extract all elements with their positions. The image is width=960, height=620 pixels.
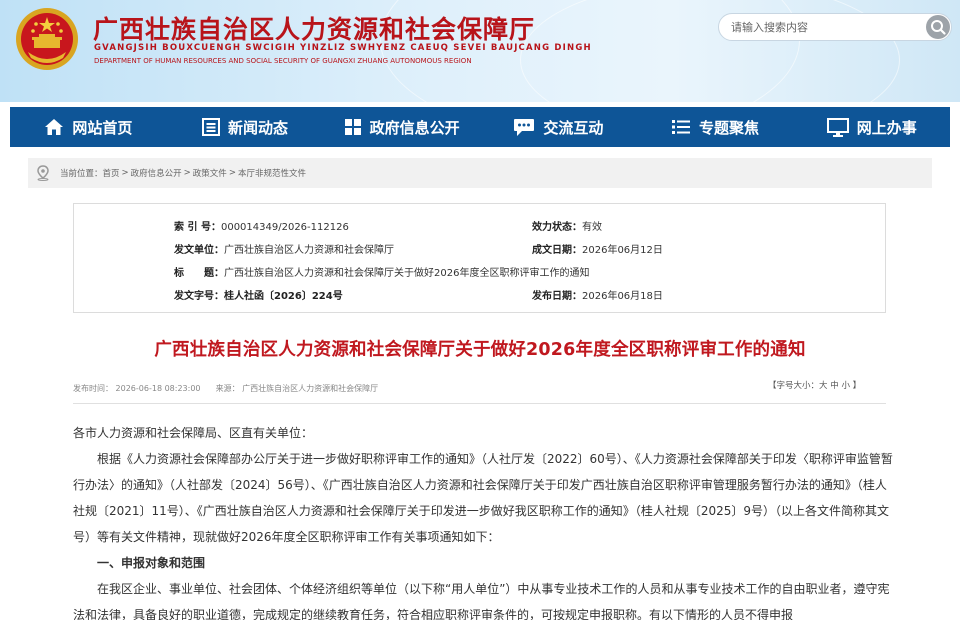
site-title-zhuang: GVANGJSIH BOUXCUENGH SWCIGIH YINZLIZ SWH… xyxy=(94,43,592,53)
meta-title-value: 广西壮族自治区人力资源和社会保障厅关于做好2026年度全区职称评审工作的通知 xyxy=(224,268,590,279)
meta-docno-value: 桂人社函〔2026〕224号 xyxy=(224,291,343,302)
search-icon xyxy=(931,20,946,35)
monitor-icon xyxy=(826,117,849,137)
article-paragraph: 根据《人力资源社会保障部办公厅关于进一步做好职称评审工作的通知》（人社厅发〔20… xyxy=(73,452,893,544)
list-icon xyxy=(672,120,691,134)
article-pub-time: 发布时间： 2026-06-18 08:23:00 xyxy=(73,384,201,393)
breadcrumb-current[interactable]: 本厅非规范性文件 xyxy=(238,167,306,179)
nav-item-label: 专题聚焦 xyxy=(699,118,760,137)
breadcrumb-separator: > xyxy=(183,168,191,178)
meta-title-label: 标 题： xyxy=(174,268,224,279)
meta-validity-value: 有效 xyxy=(582,222,602,233)
nav-item-label: 政府信息公开 xyxy=(369,118,460,137)
news-icon xyxy=(202,118,220,136)
meta-published-row: 发布日期：2026年06月18日 xyxy=(532,287,663,302)
article-section-heading: 一、申报对象和范围 xyxy=(97,556,206,570)
meta-title-row: 标 题：广西壮族自治区人力资源和社会保障厅关于做好2026年度全区职称评审工作的… xyxy=(174,264,589,279)
meta-created-value: 2026年06月12日 xyxy=(582,245,663,256)
font-size-switcher: 【字号大小：大 中 小 】 xyxy=(768,379,861,391)
nav-item-topics[interactable]: 专题聚焦 xyxy=(637,107,794,147)
meta-validity-label: 效力状态： xyxy=(532,222,582,233)
home-icon xyxy=(45,119,64,135)
breadcrumb-separator: > xyxy=(121,168,129,178)
breadcrumb-prefix: 当前位置： xyxy=(60,169,103,179)
nav-item-label: 网站首页 xyxy=(72,118,133,137)
meta-published-value: 2026年06月18日 xyxy=(582,291,663,302)
nav-item-label: 交流互动 xyxy=(543,118,604,137)
main-nav: 网站首页 新闻动态 政府信息公开 交流互动 专题聚焦 网上办事 xyxy=(10,107,950,147)
meta-docno-row: 发文字号：桂人社函〔2026〕224号 xyxy=(174,287,343,302)
location-pin-icon xyxy=(37,165,49,181)
meta-validity-row: 效力状态：有效 xyxy=(532,218,602,233)
article-title: 广西壮族自治区人力资源和社会保障厅关于做好2026年度全区职称评审工作的通知 xyxy=(154,340,806,360)
search-button[interactable] xyxy=(926,15,950,39)
search-box xyxy=(718,13,952,41)
meta-published-label: 发布日期： xyxy=(532,291,582,302)
breadcrumb: 当前位置： 首页 > 政府信息公开 > 政策文件 > 本厅非规范性文件 xyxy=(28,158,932,188)
site-header: 广西壮族自治区人力资源和社会保障厅 GVANGJSIH BOUXCUENGH S… xyxy=(0,0,960,102)
nav-item-news[interactable]: 新闻动态 xyxy=(167,107,324,147)
article-salutation: 各市人力资源和社会保障局、区直有关单位： xyxy=(73,426,314,440)
meta-created-row: 成文日期：2026年06月12日 xyxy=(532,241,663,256)
nav-item-gov-info[interactable]: 政府信息公开 xyxy=(323,107,480,147)
article-publish-info: 发布时间： 2026-06-18 08:23:00 来源： 广西壮族自治区人力资… xyxy=(73,383,378,394)
breadcrumb-separator: > xyxy=(228,168,236,178)
article-source: 来源： 广西壮族自治区人力资源和社会保障厅 xyxy=(215,384,379,393)
nav-item-label: 网上办事 xyxy=(856,118,917,137)
font-size-label: 【字号大小： xyxy=(768,381,820,391)
font-size-close: 】 xyxy=(852,381,862,391)
article-body: 各市人力资源和社会保障局、区直有关单位： 根据《人力资源社会保障部办公厅关于进一… xyxy=(73,420,893,620)
search-input[interactable] xyxy=(731,18,921,36)
meta-index-label: 索 引 号： xyxy=(174,222,221,233)
meta-created-label: 成文日期： xyxy=(532,245,582,256)
font-size-large-button[interactable]: 大 xyxy=(819,381,828,391)
breadcrumb-home[interactable]: 首页 xyxy=(103,167,120,179)
meta-docno-label: 发文字号： xyxy=(174,291,224,302)
nav-item-home[interactable]: 网站首页 xyxy=(10,107,167,147)
site-title-english: DEPARTMENT OF HUMAN RESOURCES AND SOCIAL… xyxy=(94,57,472,65)
document-meta-table: 索 引 号：000014349/2026-112126 效力状态：有效 发文单位… xyxy=(73,203,886,313)
font-size-medium-button[interactable]: 中 xyxy=(830,381,839,391)
meta-index-value: 000014349/2026-112126 xyxy=(220,222,349,233)
article-divider xyxy=(73,403,886,404)
meta-issuer-value: 广西壮族自治区人力资源和社会保障厅 xyxy=(224,245,394,256)
nav-item-label: 新闻动态 xyxy=(228,118,289,137)
grid-icon xyxy=(344,119,361,135)
meta-issuer-label: 发文单位： xyxy=(174,245,224,256)
nav-item-online-service[interactable]: 网上办事 xyxy=(793,107,950,147)
site-title: 广西壮族自治区人力资源和社会保障厅 xyxy=(93,15,536,44)
breadcrumb-gov-info[interactable]: 政府信息公开 xyxy=(131,167,182,179)
breadcrumb-policy[interactable]: 政策文件 xyxy=(193,167,227,179)
national-emblem-icon xyxy=(16,8,78,70)
article-paragraph: 在我区企业、事业单位、社会团体、个体经济组织等单位（以下称“用人单位”）中从事专… xyxy=(73,582,890,620)
font-size-small-button[interactable]: 小 xyxy=(841,381,850,391)
meta-index-row: 索 引 号：000014349/2026-112126 xyxy=(174,218,349,233)
chat-icon xyxy=(514,118,535,136)
nav-item-interaction[interactable]: 交流互动 xyxy=(480,107,637,147)
meta-issuer-row: 发文单位：广西壮族自治区人力资源和社会保障厅 xyxy=(174,241,394,256)
